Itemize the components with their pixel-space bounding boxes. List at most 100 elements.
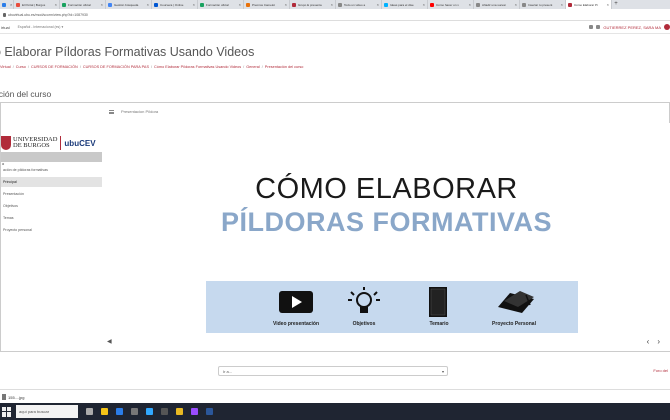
tab-close-icon[interactable]: ×	[469, 2, 471, 7]
site-brand[interactable]: irtual	[1, 25, 10, 30]
nav-item[interactable]: Temas	[1, 213, 102, 223]
logo-line-2: DE BURGOS	[13, 142, 50, 149]
nav-item[interactable]: Principal	[1, 177, 102, 187]
video-play-icon	[279, 291, 313, 313]
breadcrumb-item[interactable]: Cómo Elaborar Píldoras Formativas Usando…	[154, 65, 241, 69]
slide-area: CÓMO ELABORAR PÍLDORAS FORMATIVAS Video …	[103, 123, 670, 351]
tab-favicon-icon	[246, 2, 250, 7]
objectives-button[interactable]: Objetivos	[324, 287, 404, 331]
section-title: ación del curso	[0, 89, 52, 99]
graduation-cap-icon	[498, 291, 534, 313]
avatar[interactable]	[664, 24, 670, 30]
tab-label: Formación oficial	[68, 2, 91, 7]
browser-tab[interactable]: Insertar tu present ×	[520, 0, 566, 9]
tab-close-icon[interactable]: ×	[607, 2, 609, 7]
browser-tab[interactable]: Añadir una sucesi ×	[474, 0, 520, 9]
lock-icon	[3, 12, 6, 17]
browser-tab[interactable]: Cómo hacer un v ×	[428, 0, 474, 9]
app-icon[interactable]	[161, 408, 168, 415]
address-bar[interactable]: ubuvirtual.ubu.es/mod/scorm/view.php?id=…	[0, 9, 670, 21]
breadcrumb-item[interactable]: Curso	[16, 65, 26, 69]
photoshop-icon[interactable]	[146, 408, 153, 415]
browser-tab[interactable]: Todo un video a ×	[336, 0, 382, 9]
download-item[interactable]: 155....jpg	[2, 392, 42, 402]
file-explorer-icon[interactable]	[101, 408, 108, 415]
tab-favicon-icon	[2, 2, 6, 7]
nav-item[interactable]: ación de píldoras formativas	[1, 165, 102, 175]
premiere-icon[interactable]	[191, 408, 198, 415]
tab-favicon-icon	[154, 2, 158, 7]
tab-label: Cómo Elaborar Pí	[574, 2, 598, 7]
user-area: GUTIERREZ PEREZ, SARA MA	[589, 24, 670, 30]
breadcrumb-separator: /	[261, 65, 263, 69]
word-icon[interactable]	[206, 408, 213, 415]
nav-item[interactable]: Presentación	[1, 189, 102, 199]
tab-close-icon[interactable]: ×	[239, 2, 241, 7]
breadcrumb-item[interactable]: Virtual	[0, 65, 11, 69]
nav-item[interactable]: Objetivos	[1, 201, 102, 211]
user-name[interactable]: GUTIERREZ PEREZ, SARA MA	[603, 25, 661, 30]
page-title: o Elaborar Píldoras Formativas Usando Vi…	[0, 45, 255, 59]
browser-tab[interactable]: Grupo E presenta ×	[290, 0, 336, 9]
slide-title-line-1: CÓMO ELABORAR	[255, 173, 518, 205]
tab-close-icon[interactable]: ×	[331, 2, 333, 7]
edge-icon[interactable]	[116, 408, 123, 415]
taskbar-search-input[interactable]: aquí para buscar	[16, 405, 78, 418]
breadcrumb-item[interactable]: Presentación del curso	[265, 65, 304, 69]
nav-heading-band: o	[1, 152, 102, 166]
url-text[interactable]: ubuvirtual.ubu.es/mod/scorm/view.php?id=…	[8, 13, 88, 17]
browser-tab[interactable]: Ideas para el dise ×	[382, 0, 428, 9]
language-selector[interactable]: Español - Internacional (es) ▾	[18, 25, 64, 29]
browser-tab[interactable]: Coursera | Online ×	[152, 0, 198, 9]
browser-tab[interactable]: Cómo Elaborar Pí ×	[566, 0, 612, 9]
browser-tab[interactable]: Formación oficial ×	[60, 0, 106, 9]
speaker-icon[interactable]: ◀	[107, 338, 112, 345]
tab-favicon-icon	[430, 2, 434, 7]
messages-icon[interactable]	[596, 25, 601, 29]
tab-close-icon[interactable]: ×	[101, 2, 103, 7]
slide-title-line-2: PÍLDORAS FORMATIVAS	[221, 207, 552, 237]
jump-to-placeholder: Ir a...	[223, 368, 233, 374]
breadcrumb-separator: /	[27, 65, 29, 69]
breadcrumb-item[interactable]: CURSOS DE FORMACIÓN	[31, 65, 78, 69]
nav-item[interactable]: Proyecto personal	[1, 225, 102, 235]
jump-to-select[interactable]: Ir a... ▾	[218, 366, 448, 376]
tab-close-icon[interactable]: ×	[147, 2, 149, 7]
syllabus-button[interactable]: Temario	[399, 287, 479, 331]
next-slide-button[interactable]: ›	[657, 337, 668, 346]
lightbulb-icon	[348, 287, 380, 313]
store-icon[interactable]	[131, 408, 138, 415]
logo-divider	[60, 136, 62, 150]
personal-project-button[interactable]: Proyecto Personal	[474, 287, 554, 331]
browser-tab[interactable]: El Portal | Burgos ×	[14, 0, 60, 9]
tab-label: Grupo E presenta	[298, 2, 322, 7]
browser-tab[interactable]: Ad×	[0, 0, 14, 9]
tab-close-icon[interactable]: ×	[377, 2, 379, 7]
task-view-icon[interactable]	[86, 408, 93, 415]
new-tab-button[interactable]: +	[612, 0, 620, 9]
tab-label: Insertar tu present	[528, 2, 553, 7]
prev-slide-button[interactable]: ‹	[647, 337, 658, 346]
tab-favicon-icon	[522, 2, 526, 7]
browser-tab[interactable]: Gestión búsqueda ×	[106, 0, 152, 9]
icon-caption: Objetivos	[352, 321, 376, 327]
breadcrumb-item[interactable]: General	[246, 65, 260, 69]
chrome-icon[interactable]	[176, 408, 183, 415]
breadcrumb-item[interactable]: CURSOS DE FORMACIÓN PARA PAS	[83, 65, 149, 69]
browser-tab[interactable]: Premios Camelot ×	[244, 0, 290, 9]
tab-label: Gestión búsqueda	[114, 2, 139, 7]
notification-bell-icon[interactable]	[589, 25, 594, 29]
tab-favicon-icon	[16, 2, 20, 7]
tab-close-icon[interactable]: ×	[423, 2, 425, 7]
next-activity-link[interactable]: Foro del	[653, 368, 668, 373]
tab-close-icon[interactable]: ×	[515, 2, 517, 7]
tab-close-icon[interactable]: ×	[10, 2, 12, 7]
breadcrumb: Virtual / Curso / CURSOS DE FORMACIÓN / CURSOS…	[0, 65, 303, 69]
tab-close-icon[interactable]: ×	[561, 2, 563, 7]
hamburger-menu-icon[interactable]	[109, 110, 114, 114]
windows-start-icon[interactable]	[2, 406, 12, 417]
tab-close-icon[interactable]: ×	[193, 2, 195, 7]
tab-close-icon[interactable]: ×	[285, 2, 287, 7]
tab-close-icon[interactable]: ×	[55, 2, 57, 7]
browser-tab[interactable]: Formación oficial ×	[198, 0, 244, 9]
